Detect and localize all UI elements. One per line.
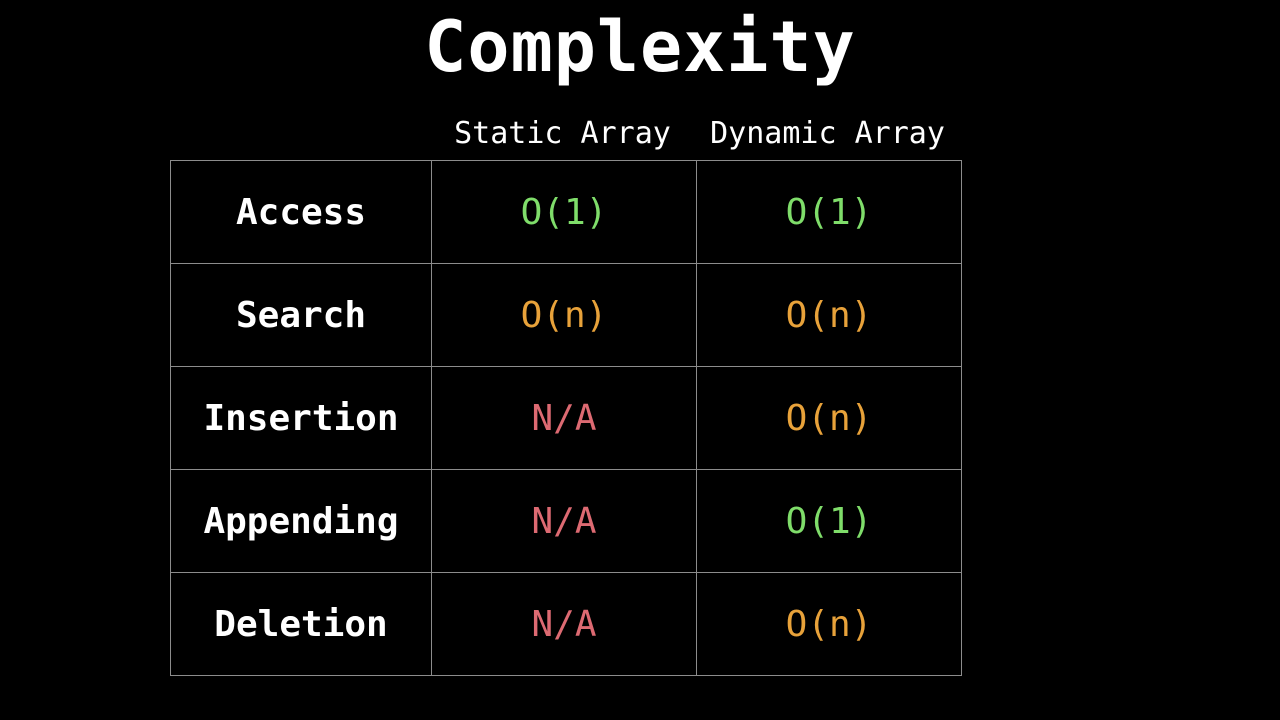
table-row: Insertion N/A O(n) (171, 366, 961, 469)
page-title: Complexity (0, 6, 1280, 88)
cell-dynamic: O(n) (696, 264, 961, 366)
table-row: Access O(1) O(1) (171, 161, 961, 263)
cell-dynamic: O(n) (696, 367, 961, 469)
cell-static: N/A (431, 470, 696, 572)
cell-static: O(n) (431, 264, 696, 366)
op-name: Access (171, 161, 431, 263)
op-name: Appending (171, 470, 431, 572)
cell-dynamic: O(1) (696, 470, 961, 572)
cell-static: O(1) (431, 161, 696, 263)
table-row: Appending N/A O(1) (171, 469, 961, 572)
op-name: Search (171, 264, 431, 366)
cell-static: N/A (431, 573, 696, 675)
op-name: Deletion (171, 573, 431, 675)
cell-dynamic: O(n) (696, 573, 961, 675)
column-headers: Static Array Dynamic Array (170, 116, 960, 151)
col-header-dynamic: Dynamic Array (695, 116, 960, 151)
col-header-empty (170, 116, 430, 151)
slide: Complexity Static Array Dynamic Array Ac… (0, 0, 1280, 720)
table-row: Deletion N/A O(n) (171, 572, 961, 675)
table-row: Search O(n) O(n) (171, 263, 961, 366)
col-header-static: Static Array (430, 116, 695, 151)
complexity-table: Access O(1) O(1) Search O(n) O(n) Insert… (170, 160, 962, 676)
cell-static: N/A (431, 367, 696, 469)
cell-dynamic: O(1) (696, 161, 961, 263)
op-name: Insertion (171, 367, 431, 469)
